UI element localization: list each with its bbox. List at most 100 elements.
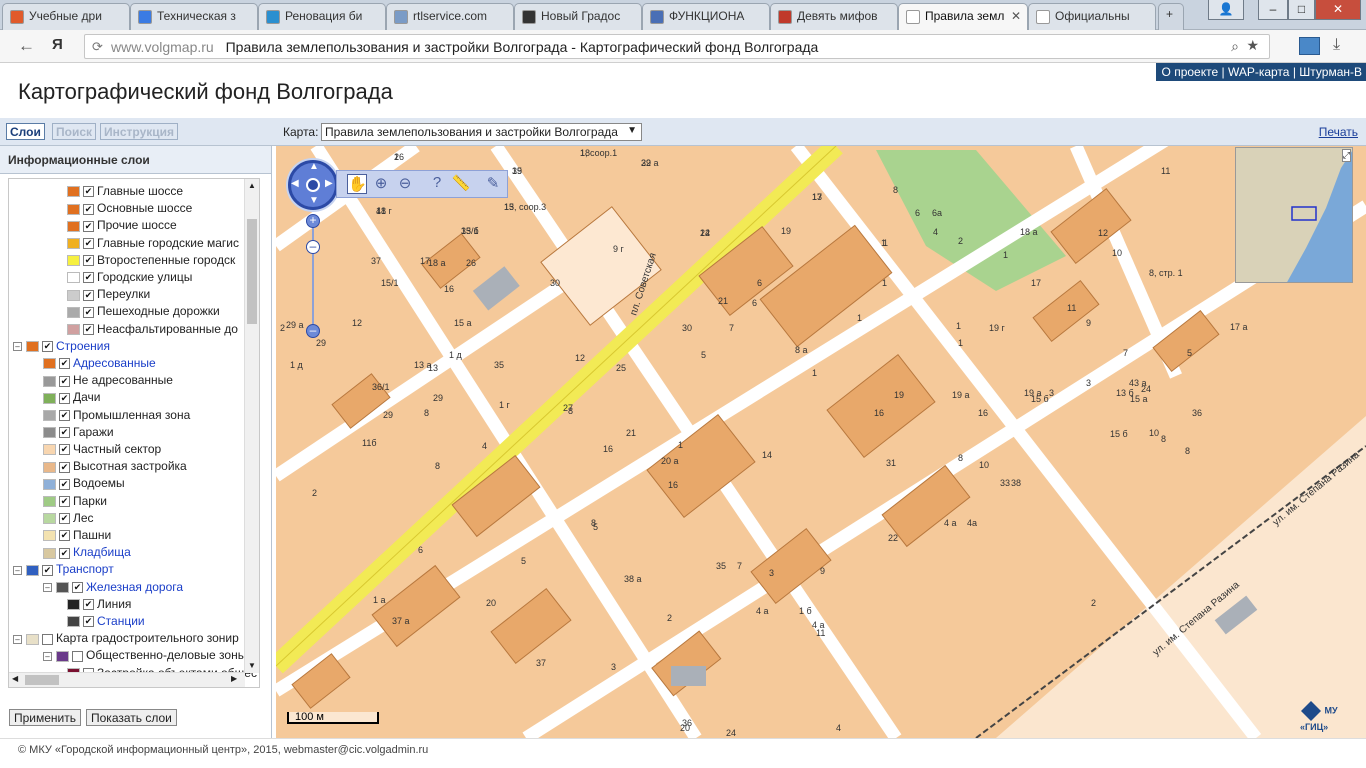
pan-right-icon[interactable]: ▶ <box>325 178 333 189</box>
eraser-tool-icon[interactable]: ✎ <box>483 174 503 194</box>
print-link[interactable]: Печать <box>1319 125 1358 139</box>
about-link[interactable]: О проекте <box>1162 65 1219 79</box>
layer-row[interactable]: ✔ Станции <box>67 613 145 630</box>
map-canvas[interactable]: пл. Советская ул. им. Степана Разина ул.… <box>276 146 1366 738</box>
layers-vertical-scrollbar[interactable]: ▲ ▼ <box>244 179 259 673</box>
layer-checkbox[interactable]: ✔ <box>83 616 94 628</box>
star-icon[interactable]: ★ <box>1246 37 1259 54</box>
zoom-in-tool-icon[interactable]: ⊕ <box>371 174 391 194</box>
zoom-slider[interactable]: + – – <box>306 214 320 338</box>
layer-checkbox[interactable]: ✔ <box>83 289 94 301</box>
layer-checkbox[interactable]: ✔ <box>83 323 94 335</box>
scroll-down-icon[interactable]: ▼ <box>248 661 256 670</box>
scroll-up-icon[interactable]: ▲ <box>248 181 256 190</box>
layer-row[interactable]: – Общественно-деловые зоны <box>43 647 246 664</box>
tab-instructions[interactable]: Инструкция <box>100 123 179 140</box>
pan-center-icon[interactable] <box>306 178 320 192</box>
layer-row[interactable]: ✔ Адресованные <box>43 355 156 372</box>
layer-checkbox[interactable] <box>42 633 53 645</box>
hand-pan-icon[interactable]: ✋ <box>347 174 367 194</box>
new-tab-button[interactable]: + <box>1158 3 1184 30</box>
expand-collapse-icon[interactable]: – <box>13 634 22 644</box>
pan-left-icon[interactable]: ◀ <box>291 178 299 189</box>
layer-row[interactable]: ✔ Лес <box>43 510 94 527</box>
layer-row[interactable]: – Карта градостроительного зонир <box>13 630 239 647</box>
browser-tab[interactable]: Учебные дри <box>2 3 130 30</box>
layer-checkbox[interactable]: ✔ <box>83 203 94 215</box>
maximize-button[interactable]: □ <box>1288 0 1315 20</box>
layer-row[interactable]: – ✔ Железная дорога <box>43 579 183 596</box>
layer-row[interactable]: ✔ Второстепенные городск <box>67 252 235 269</box>
tab-search[interactable]: Поиск <box>52 123 97 140</box>
layer-checkbox[interactable]: ✔ <box>72 581 83 593</box>
layer-checkbox[interactable]: ✔ <box>83 186 94 198</box>
layer-checkbox[interactable]: ✔ <box>83 599 94 611</box>
apply-button[interactable]: Применить <box>9 709 82 726</box>
browser-tab[interactable]: Техническая з <box>130 3 258 30</box>
layer-row[interactable]: ✔ Дачи <box>43 389 101 406</box>
layer-checkbox[interactable]: ✔ <box>42 564 53 576</box>
layer-checkbox[interactable]: ✔ <box>83 272 94 284</box>
tab-layers[interactable]: Слои <box>6 123 45 140</box>
layer-checkbox[interactable]: ✔ <box>83 255 94 267</box>
zoom-handle[interactable]: – <box>306 240 320 254</box>
layer-checkbox[interactable]: ✔ <box>59 495 70 507</box>
layer-row[interactable]: ✔ Водоемы <box>43 475 125 492</box>
measure-tool-icon[interactable]: 📏 <box>451 174 471 194</box>
browser-tab[interactable]: Новый Градос <box>514 3 642 30</box>
layer-checkbox[interactable]: ✔ <box>59 392 70 404</box>
layer-row[interactable]: ✔ Высотная застройка <box>43 458 187 475</box>
pan-up-icon[interactable]: ▲ <box>309 161 319 172</box>
map-view[interactable]: пл. Советская ул. им. Степана Разина ул.… <box>276 146 1366 738</box>
url-input[interactable]: ⟳ www.volgmap.ru Правила землепользовани… <box>84 34 1270 59</box>
layer-row[interactable]: ✔ Прочие шоссе <box>67 217 177 234</box>
layer-checkbox[interactable]: ✔ <box>59 427 70 439</box>
close-window-button[interactable]: ✕ <box>1315 0 1361 20</box>
layer-row[interactable]: ✔ Основные шоссе <box>67 200 192 217</box>
layer-checkbox[interactable]: ✔ <box>59 375 70 387</box>
download-icon[interactable]: ⤓ <box>1333 36 1340 54</box>
layer-row[interactable]: ✔ Парки <box>43 493 107 510</box>
search-icon[interactable]: ⌕ <box>1231 38 1239 55</box>
layer-row[interactable]: ✔ Главные шоссе <box>67 183 183 200</box>
expand-collapse-icon[interactable]: – <box>13 565 22 575</box>
layer-row[interactable]: ✔ Кладбища <box>43 544 131 561</box>
zoom-out-button[interactable]: – <box>306 324 320 338</box>
layer-row[interactable]: ✔ Гаражи <box>43 424 114 441</box>
layer-checkbox[interactable]: ✔ <box>83 220 94 232</box>
layer-checkbox[interactable]: ✔ <box>83 237 94 249</box>
layer-row[interactable]: ✔ Промышленная зона <box>43 407 190 424</box>
layer-row[interactable]: ✔ Пашни <box>43 527 111 544</box>
layer-row[interactable]: ✔ Линия <box>67 596 131 613</box>
layer-checkbox[interactable]: ✔ <box>59 444 70 456</box>
info-tool-icon[interactable]: ? <box>427 174 447 194</box>
layer-row[interactable]: ✔ Главные городские магис <box>67 235 239 252</box>
layer-checkbox[interactable]: ✔ <box>59 530 70 542</box>
expand-collapse-icon[interactable]: – <box>43 651 52 661</box>
scroll-right-icon[interactable]: ▶ <box>231 674 237 683</box>
image-extension-icon[interactable] <box>1299 37 1320 55</box>
show-layers-button[interactable]: Показать слои <box>86 709 177 726</box>
layer-checkbox[interactable]: ✔ <box>59 478 70 490</box>
scroll-left-icon[interactable]: ◀ <box>12 674 18 683</box>
zoom-in-button[interactable]: + <box>306 214 320 228</box>
layer-checkbox[interactable]: ✔ <box>59 358 70 370</box>
layer-checkbox[interactable]: ✔ <box>83 306 94 318</box>
yandex-icon[interactable]: Я <box>52 36 63 53</box>
layer-row[interactable]: – ✔ Строения <box>13 338 110 355</box>
layer-row[interactable]: ✔ Переулки <box>67 286 150 303</box>
overview-minimap[interactable]: ⤢ <box>1235 147 1353 283</box>
layer-checkbox[interactable] <box>72 650 83 662</box>
layers-horizontal-scrollbar[interactable]: ◀ ▶ <box>9 672 245 687</box>
layer-row[interactable]: ✔ Неасфальтированные до <box>67 321 238 338</box>
close-tab-icon[interactable]: ✕ <box>1011 9 1021 23</box>
minimize-button[interactable]: – <box>1258 0 1288 20</box>
browser-tab[interactable]: Девять мифов <box>770 3 898 30</box>
browser-tab[interactable]: Правила земл ✕ <box>898 3 1028 31</box>
layer-checkbox[interactable]: ✔ <box>42 341 53 353</box>
layer-row[interactable]: ✔ Пешеходные дорожки <box>67 303 220 320</box>
zoom-out-tool-icon[interactable]: ⊖ <box>395 174 415 194</box>
layer-checkbox[interactable]: ✔ <box>59 513 70 525</box>
browser-tab[interactable]: ФУНКЦИОНА <box>642 3 770 30</box>
wap-map-link[interactable]: WAP-карта <box>1228 65 1290 79</box>
